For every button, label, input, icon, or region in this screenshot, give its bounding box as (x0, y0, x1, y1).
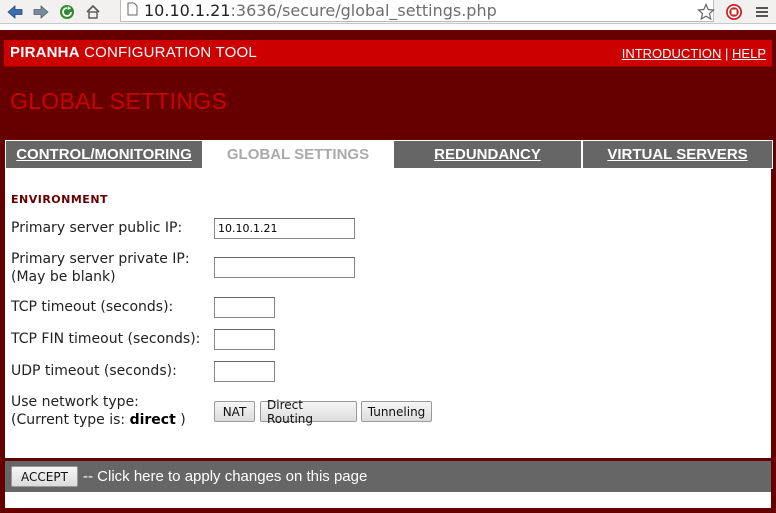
browser-toolbar: 10.10.1.21:3636/secure/global_settings.p… (0, 0, 776, 24)
page-frame: PIRANHA CONFIGURATION TOOL INTRODUCTION … (0, 30, 776, 513)
settings-form: ENVIRONMENT Primary server public IP: Pr… (5, 169, 771, 482)
footer-spacer (5, 492, 771, 508)
forward-arrow-icon[interactable] (30, 1, 52, 23)
page-title: GLOBAL SETTINGS (10, 88, 228, 114)
private-ip-label-line1: Primary server private IP: (11, 251, 190, 267)
private-ip-input[interactable] (214, 257, 355, 278)
tab-control-monitoring[interactable]: CONTROL/MONITORING (5, 140, 203, 169)
address-bar[interactable]: 10.10.1.21:3636/secure/global_settings.p… (120, 0, 714, 22)
tcp-fin-timeout-label: TCP FIN timeout (seconds): (11, 331, 201, 347)
udp-timeout-input[interactable] (214, 361, 275, 382)
udp-timeout-label: UDP timeout (seconds): (11, 363, 177, 379)
back-arrow-icon[interactable] (4, 1, 26, 23)
tab-bar: CONTROL/MONITORING GLOBAL SETTINGS REDUN… (5, 140, 773, 169)
network-type-label: Use network type: (Current type is: dire… (11, 393, 186, 429)
network-type-label-line1: Use network type: (11, 394, 139, 410)
apply-hint: -- Click here to apply changes on this p… (83, 468, 368, 485)
url-host: 10.10.1.21 (144, 1, 231, 20)
current-network-type: direct (129, 412, 176, 428)
tab-virtual-servers[interactable]: VIRTUAL SERVERS (582, 140, 773, 169)
brand-name: PIRANHA (10, 44, 80, 61)
network-type-label-line2: (Current type is: direct ) (11, 411, 186, 429)
current-type-prefix: (Current type is: (11, 412, 130, 428)
introduction-link[interactable]: INTRODUCTION (622, 46, 722, 61)
tcp-timeout-input[interactable] (214, 297, 275, 318)
menu-icon[interactable] (748, 6, 776, 18)
direct-routing-button[interactable]: Direct Routing (260, 398, 357, 426)
accept-bar: ACCEPT -- Click here to apply changes on… (5, 461, 771, 492)
brand-subtitle: CONFIGURATION TOOL (79, 44, 257, 61)
public-ip-label: Primary server public IP: (11, 220, 183, 236)
tcp-fin-timeout-input[interactable] (214, 329, 275, 350)
url-path: :3636/secure/global_settings.php (230, 1, 497, 20)
title-bar: PIRANHA CONFIGURATION TOOL INTRODUCTION … (4, 40, 772, 67)
tunneling-button[interactable]: Tunneling (361, 401, 432, 422)
nat-button[interactable]: NAT (214, 401, 255, 422)
public-ip-input[interactable] (214, 218, 355, 239)
accept-button[interactable]: ACCEPT (11, 466, 78, 487)
stop-icon[interactable] (720, 3, 748, 21)
private-ip-label-line2: (May be blank) (11, 269, 116, 285)
star-icon[interactable] (692, 3, 720, 21)
current-type-suffix: ) (175, 412, 186, 428)
app-brand: PIRANHA CONFIGURATION TOOL (10, 44, 257, 61)
environment-heading: ENVIRONMENT (11, 193, 109, 206)
help-link[interactable]: HELP (732, 46, 766, 61)
tab-global-settings[interactable]: GLOBAL SETTINGS (203, 140, 393, 169)
reload-icon[interactable] (56, 1, 78, 23)
page-icon (127, 1, 138, 20)
header-links: INTRODUCTION | HELP (622, 46, 766, 61)
tcp-timeout-label: TCP timeout (seconds): (11, 299, 174, 315)
tab-redundancy[interactable]: REDUNDANCY (393, 140, 582, 169)
home-icon[interactable] (82, 1, 104, 23)
private-ip-label: Primary server private IP: (May be blank… (11, 250, 190, 286)
link-separator: | (725, 46, 729, 61)
